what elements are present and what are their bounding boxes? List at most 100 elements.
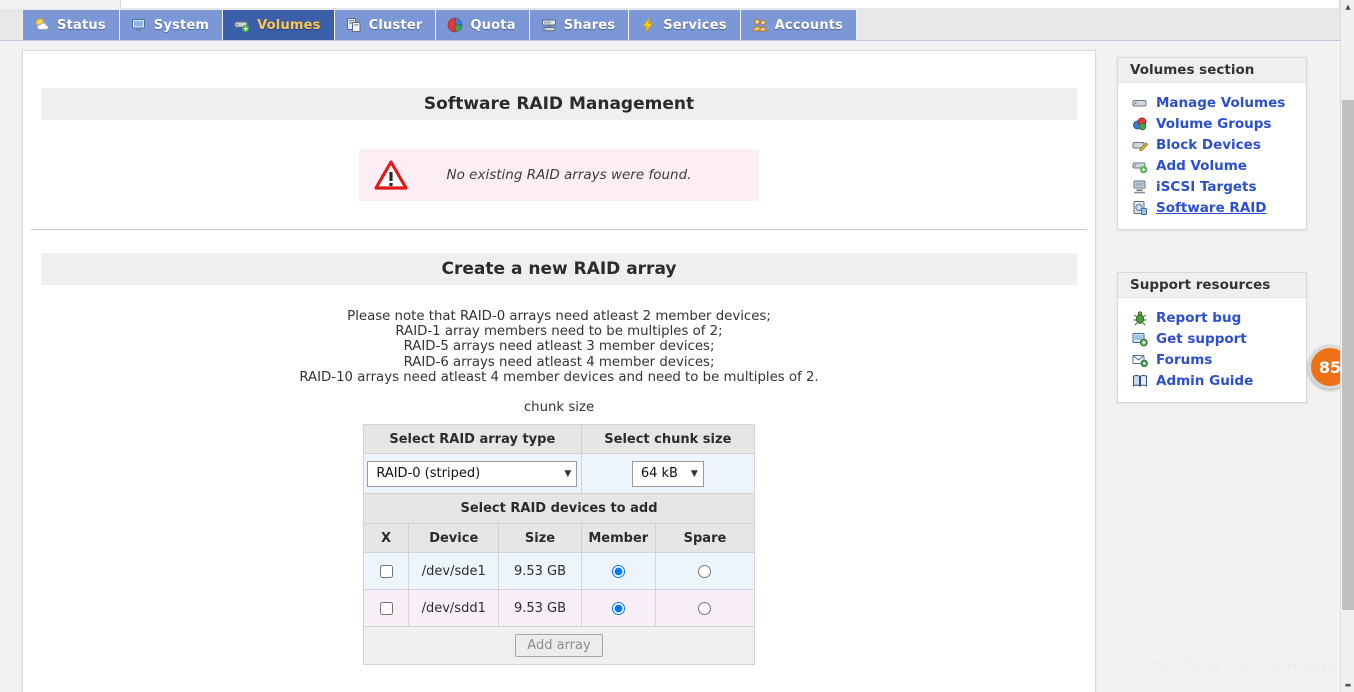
tab-list: Status System Volumes Cluster Quota Shares Ser… bbox=[22, 10, 858, 40]
spare-radio[interactable] bbox=[698, 564, 712, 578]
chunk-size-header: Select chunk size bbox=[580, 424, 756, 455]
drive-disk-icon bbox=[1132, 200, 1148, 216]
device-name-cell: /dev/sde1 bbox=[408, 552, 500, 591]
tab-label: Quota bbox=[470, 17, 516, 33]
scrollbar-down-button[interactable]: ▬ bbox=[1341, 678, 1354, 692]
forum-icon bbox=[1132, 352, 1148, 368]
sidebar-item-volume-groups[interactable]: Volume Groups bbox=[1118, 113, 1306, 134]
sidebar-item-admin-guide[interactable]: Admin Guide bbox=[1118, 370, 1306, 391]
sidebar-item-add-volume[interactable]: Add Volume bbox=[1118, 155, 1306, 176]
device-row: /dev/sdd1 9.53 GB bbox=[362, 589, 756, 628]
bug-icon bbox=[1132, 310, 1148, 326]
device-name-cell: /dev/sdd1 bbox=[408, 589, 500, 628]
scrollbar-up-button[interactable]: ▲ bbox=[1341, 0, 1354, 14]
warning-box: No existing RAID arrays were found. bbox=[359, 149, 759, 201]
triangle-up-icon: ▲ bbox=[1345, 2, 1351, 11]
sidebar-item-manage-volumes[interactable]: Manage Volumes bbox=[1118, 92, 1306, 113]
sidebar-item-label: Report bug bbox=[1156, 309, 1242, 326]
tab-status[interactable]: Status bbox=[22, 10, 120, 40]
device-column-header: Member bbox=[580, 523, 656, 554]
sidebar-item-label: Block Devices bbox=[1156, 136, 1261, 153]
sidebar-item-report-bug[interactable]: Report bug bbox=[1118, 307, 1306, 328]
triangle-down-icon: ▬ bbox=[1344, 680, 1352, 689]
volumes-section-box: Volumes section Manage Volumes Volume Gro… bbox=[1117, 57, 1307, 230]
weather-sun-cloud-icon bbox=[34, 17, 50, 33]
sidebar-item-forums[interactable]: Forums bbox=[1118, 349, 1306, 370]
sidebar-item-label: Get support bbox=[1156, 330, 1247, 347]
drive-icon bbox=[1132, 95, 1148, 111]
page-scrollbar[interactable]: ▲ ▬ bbox=[1340, 0, 1354, 692]
support-resources-box: Support resources Report bug Get support F… bbox=[1117, 272, 1307, 403]
tab-volumes[interactable]: Volumes bbox=[223, 10, 335, 40]
server-icon bbox=[1132, 179, 1148, 195]
tab-shares[interactable]: Shares bbox=[529, 10, 630, 40]
add-array-button[interactable]: Add array bbox=[515, 634, 603, 658]
drive-add-icon bbox=[234, 17, 250, 33]
tab-label: Shares bbox=[563, 17, 616, 33]
raid-type-select[interactable]: RAID-0 (striped) ▼ bbox=[367, 460, 578, 487]
device-checkbox[interactable] bbox=[379, 564, 393, 578]
monitor-icon bbox=[131, 17, 147, 33]
chunk-size-caption: chunk size bbox=[523, 400, 595, 416]
tab-label: Cluster bbox=[368, 17, 423, 33]
tab-label: System bbox=[153, 17, 210, 33]
tab-quota[interactable]: Quota bbox=[436, 10, 530, 40]
device-spare-cell bbox=[654, 552, 756, 591]
sidebar-item-label: Software RAID bbox=[1156, 199, 1267, 216]
chevron-down-icon: ▼ bbox=[564, 468, 572, 479]
device-checkbox[interactable] bbox=[379, 601, 393, 615]
chunk-size-select-value: 64 kB bbox=[640, 466, 678, 482]
tab-services[interactable]: Services bbox=[629, 10, 741, 40]
device-table-header-row: X Device Size Member Spare bbox=[362, 523, 756, 554]
tab-label: Services bbox=[663, 17, 727, 33]
chunk-size-select[interactable]: 64 kB ▼ bbox=[631, 460, 704, 487]
section-divider bbox=[31, 229, 1087, 231]
member-radio[interactable] bbox=[611, 601, 625, 615]
warning-text: No existing RAID arrays were found. bbox=[446, 167, 692, 183]
sidebar-item-label: Forums bbox=[1156, 351, 1213, 368]
drive-add-icon bbox=[1132, 158, 1148, 174]
tab-label: Volumes bbox=[257, 17, 321, 33]
sidebar-item-iscsi-targets[interactable]: iSCSI Targets bbox=[1118, 176, 1306, 197]
form-footer-row: Add array bbox=[363, 626, 755, 666]
sidebar-item-software-raid[interactable]: Software RAID bbox=[1118, 197, 1306, 218]
device-select-cell bbox=[362, 589, 410, 628]
scrollbar-thumb[interactable] bbox=[1342, 100, 1354, 610]
sidebar-item-block-devices[interactable]: Block Devices bbox=[1118, 134, 1306, 155]
create-array-title: Create a new RAID array bbox=[41, 253, 1077, 285]
tab-label: Status bbox=[57, 17, 106, 33]
sidebar-item-get-support[interactable]: Get support bbox=[1118, 328, 1306, 349]
raid-requirement-notes: Please note that RAID-0 arrays need atle… bbox=[23, 309, 1095, 385]
raid-type-cell: RAID-0 (striped) ▼ bbox=[363, 453, 582, 495]
book-icon bbox=[1132, 373, 1148, 389]
note-line: RAID-10 arrays need atleast 4 member dev… bbox=[299, 369, 819, 385]
device-column-header: X bbox=[362, 523, 410, 554]
spare-radio[interactable] bbox=[698, 601, 712, 615]
top-strip-left-gutter bbox=[0, 0, 120, 9]
member-radio[interactable] bbox=[611, 564, 625, 578]
sidebar-item-label: Manage Volumes bbox=[1156, 94, 1286, 111]
form-header-row: Select RAID array type Select chunk size bbox=[363, 424, 756, 455]
top-white-strip bbox=[120, 0, 1340, 9]
sidebar-item-label: Add Volume bbox=[1156, 157, 1247, 174]
lightning-bolt-icon bbox=[640, 17, 656, 33]
page-title: Software RAID Management bbox=[41, 88, 1077, 120]
main-content-panel: Software RAID Management No existing RAI… bbox=[22, 50, 1096, 692]
devices-subheader-row: Select RAID devices to add bbox=[363, 493, 755, 525]
support-resources-title: Support resources bbox=[1118, 273, 1306, 298]
tab-accounts[interactable]: Accounts bbox=[740, 10, 858, 40]
chevron-down-icon: ▼ bbox=[690, 468, 698, 479]
server-stack-icon bbox=[346, 17, 362, 33]
app-page: Status System Volumes Cluster Quota Shares Ser… bbox=[0, 0, 1354, 692]
note-line: RAID-5 arrays need atleast 3 member devi… bbox=[403, 339, 715, 355]
note-line: Please note that RAID-0 arrays need atle… bbox=[347, 309, 771, 324]
tab-cluster[interactable]: Cluster bbox=[334, 10, 437, 40]
device-size-cell: 9.53 GB bbox=[498, 589, 582, 628]
device-spare-cell bbox=[654, 589, 756, 628]
create-raid-form-table: Select RAID array type Select chunk size… bbox=[362, 424, 756, 666]
note-line: RAID-6 arrays need atleast 4 member devi… bbox=[403, 354, 715, 370]
note-line: RAID-1 array members need to be multiple… bbox=[395, 324, 723, 340]
support-icon bbox=[1132, 331, 1148, 347]
device-column-header: Size bbox=[498, 523, 582, 554]
tab-system[interactable]: System bbox=[119, 10, 224, 40]
